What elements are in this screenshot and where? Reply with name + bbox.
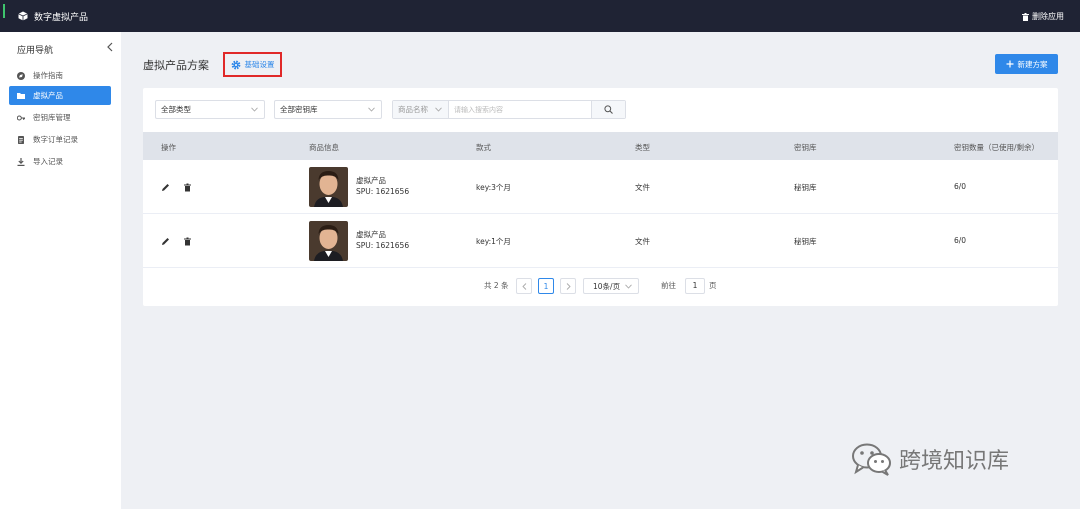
page-title: 虚拟产品方案 <box>143 59 209 72</box>
type-select[interactable]: 全部类型 <box>155 100 265 119</box>
sidebar-item-label: 导入记录 <box>33 157 63 166</box>
folder-icon <box>17 92 25 99</box>
keystore-select-value: 全部密钥库 <box>280 105 318 114</box>
key-icon <box>17 115 25 120</box>
page-suffix: 页 <box>709 281 717 290</box>
goto-label: 前往 <box>661 281 676 290</box>
chevron-down-icon <box>368 107 375 112</box>
key-count-cell: 6/0 <box>954 236 967 245</box>
sidebar-title: 应用导航 <box>17 46 54 56</box>
watermark: 跨境知识库 <box>851 442 1009 476</box>
basic-settings-label: 基础设置 <box>244 60 275 69</box>
delete-icon[interactable] <box>183 183 192 192</box>
watermark-text: 跨境知识库 <box>899 449 1010 474</box>
edit-icon[interactable] <box>161 237 170 246</box>
search-button[interactable] <box>591 101 625 118</box>
delete-app-button[interactable]: 删除应用 <box>1022 11 1064 22</box>
search-field-value: 商品名称 <box>398 105 428 114</box>
next-page-button[interactable] <box>560 278 576 294</box>
chevron-left-icon[interactable] <box>106 42 114 52</box>
chevron-left-icon <box>521 282 526 290</box>
guide-icon <box>17 71 25 80</box>
key-count-cell: 6/0 <box>954 182 967 191</box>
column-header: 类型 <box>635 143 650 152</box>
basic-settings-link[interactable]: 基础设置 <box>223 52 282 77</box>
product-spu: SPU: 1621656 <box>356 187 410 196</box>
style-cell: key:1个月 <box>476 237 511 246</box>
sidebar-item-label: 密钥库管理 <box>33 113 71 122</box>
page-number-button[interactable]: 1 <box>538 278 554 294</box>
plus-icon <box>1006 60 1013 68</box>
keystore-cell: 秘钥库 <box>794 237 817 246</box>
sidebar-item-import[interactable]: 导入记录 <box>9 152 111 171</box>
column-header: 商品信息 <box>309 143 339 152</box>
column-header: 密钥数量（已使用/剩余） <box>954 143 1040 152</box>
trash-icon <box>1022 12 1029 21</box>
sidebar-item-label: 操作指南 <box>33 71 63 80</box>
type-cell: 文件 <box>635 237 650 246</box>
keystore-select[interactable]: 全部密钥库 <box>274 100 382 119</box>
table-row: 虚拟产品 SPU: 1621656 key:3个月 文件 秘钥库 6/0 <box>143 161 1058 214</box>
new-plan-button[interactable]: 新建方案 <box>995 54 1058 74</box>
sidebar-item-virtual-products[interactable]: 虚拟产品 <box>9 86 111 105</box>
cube-icon <box>18 11 28 21</box>
search-icon <box>604 105 613 114</box>
download-icon <box>17 157 25 166</box>
chevron-down-icon <box>251 107 258 112</box>
table-header: 操作 商品信息 款式 类型 密钥库 密钥数量（已使用/剩余） <box>143 132 1058 160</box>
gear-icon <box>231 60 240 69</box>
keystore-cell: 秘钥库 <box>794 183 817 192</box>
goto-page-input[interactable]: 1 <box>685 278 705 294</box>
new-plan-label: 新建方案 <box>1017 59 1048 69</box>
status-accent <box>3 4 5 18</box>
chevron-down-icon <box>625 284 632 289</box>
chevron-right-icon <box>566 282 571 290</box>
product-name: 虚拟产品 <box>356 176 386 185</box>
product-plan-card: 全部类型 全部密钥库 商品名称 操作 商品信息 款式 类型 密钥库 密钥数量（已… <box>143 88 1058 306</box>
type-cell: 文件 <box>635 183 650 192</box>
sidebar-item-label: 数字订单记录 <box>33 135 78 144</box>
prev-page-button[interactable] <box>516 278 532 294</box>
search-field-select[interactable]: 商品名称 <box>393 101 449 118</box>
search-group: 商品名称 <box>392 100 626 119</box>
sidebar-item-label: 虚拟产品 <box>33 91 63 100</box>
chevron-down-icon <box>435 107 442 112</box>
table-row: 虚拟产品 SPU: 1621656 key:1个月 文件 秘钥库 6/0 <box>143 215 1058 268</box>
app-title: 数字虚拟产品 <box>34 13 89 23</box>
style-cell: key:3个月 <box>476 183 511 192</box>
pagination-total: 共 2 条 <box>484 281 509 290</box>
top-bar: 数字虚拟产品 删除应用 <box>0 0 1080 32</box>
sidebar-item-orders[interactable]: 数字订单记录 <box>9 130 111 149</box>
delete-app-label: 删除应用 <box>1032 12 1064 21</box>
page-size-select[interactable]: 10条/页 <box>583 278 639 294</box>
product-thumbnail <box>309 221 348 261</box>
type-select-value: 全部类型 <box>161 105 191 114</box>
order-icon <box>18 135 24 144</box>
column-header: 密钥库 <box>794 143 817 152</box>
product-name: 虚拟产品 <box>356 230 386 239</box>
sidebar-item-guide[interactable]: 操作指南 <box>9 66 111 85</box>
column-header: 款式 <box>476 143 491 152</box>
product-thumbnail <box>309 167 348 207</box>
page-size-value: 10条/页 <box>593 281 621 291</box>
delete-icon[interactable] <box>183 237 192 246</box>
wechat-icon <box>852 443 891 476</box>
product-spu: SPU: 1621656 <box>356 241 410 250</box>
sidebar: 应用导航 操作指南 虚拟产品 密钥库管理 数字订单记录 导入记录 <box>0 32 121 509</box>
sidebar-item-keystore[interactable]: 密钥库管理 <box>9 108 111 127</box>
edit-icon[interactable] <box>161 183 170 192</box>
search-input[interactable] <box>449 101 591 118</box>
column-header: 操作 <box>161 143 176 152</box>
